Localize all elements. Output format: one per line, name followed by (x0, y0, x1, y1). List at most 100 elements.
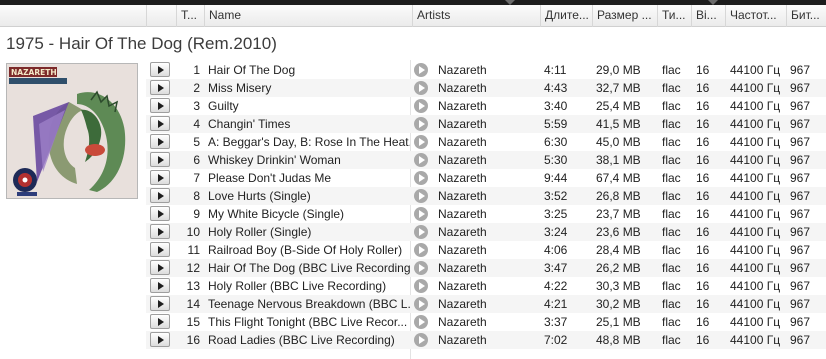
track-number: 13 (186, 279, 200, 293)
track-row[interactable]: 9 My White Bicycle (Single) Nazareth 3:25 23… (146, 205, 826, 223)
track-bitrate: 967 (790, 333, 811, 347)
track-size: 23,6 MB (596, 225, 641, 239)
track-bitrate: 967 (790, 297, 811, 311)
play-button[interactable] (150, 296, 170, 311)
play-button[interactable] (150, 242, 170, 257)
track-duration: 3:37 (544, 315, 568, 329)
track-type: flac (662, 333, 681, 347)
track-number: 3 (193, 99, 200, 113)
track-size: 41,5 MB (596, 117, 641, 131)
artist-play-icon[interactable] (414, 117, 428, 131)
track-artist: Nazareth (438, 297, 487, 311)
play-button[interactable] (150, 188, 170, 203)
track-row[interactable]: 3 Guilty Nazareth 3:40 25,4 MB flac 16 44100 Гц… (146, 97, 826, 115)
track-number: 1 (193, 63, 200, 77)
track-size: 26,8 MB (596, 189, 641, 203)
artist-play-icon[interactable] (414, 63, 428, 77)
track-bits: 16 (696, 189, 710, 203)
play-button[interactable] (150, 152, 170, 167)
track-bitrate: 967 (790, 225, 811, 239)
track-size: 23,7 MB (596, 207, 641, 221)
track-duration: 3:25 (544, 207, 568, 221)
track-row[interactable]: 12 Hair Of The Dog (BBC Live Recording) Na… (146, 259, 826, 277)
track-bitrate: 967 (790, 261, 811, 275)
artist-play-icon[interactable] (414, 135, 428, 149)
track-duration: 5:59 (544, 117, 568, 131)
track-bitrate: 967 (790, 135, 811, 149)
column-header-name[interactable]: Name (204, 5, 412, 27)
artist-play-icon[interactable] (414, 207, 428, 221)
track-bitrate: 967 (790, 243, 811, 257)
play-button[interactable] (150, 224, 170, 239)
play-button[interactable] (150, 314, 170, 329)
play-button[interactable] (150, 62, 170, 77)
track-row[interactable]: 1 Hair Of The Dog Nazareth 4:11 29,0 MB flac 1… (146, 61, 826, 79)
track-number: 16 (186, 333, 200, 347)
track-size: 45,0 MB (596, 135, 641, 149)
track-duration: 4:06 (544, 243, 568, 257)
column-header-frequency[interactable]: Частот... (725, 5, 786, 27)
column-header-type[interactable]: Ти... (657, 5, 691, 27)
column-header-play[interactable] (146, 5, 176, 27)
track-row[interactable]: 4 Changin' Times Nazareth 5:59 41,5 MB flac 16… (146, 115, 826, 133)
album-cover[interactable]: NAZARETH (6, 63, 138, 199)
artist-play-icon[interactable] (414, 315, 428, 329)
play-button[interactable] (150, 98, 170, 113)
play-button[interactable] (150, 278, 170, 293)
artist-play-icon[interactable] (414, 333, 428, 347)
track-row[interactable]: 5 A: Beggar's Day, B: Rose In The Heat...… (146, 133, 826, 151)
artist-play-icon[interactable] (414, 189, 428, 203)
track-bits: 16 (696, 171, 710, 185)
track-row[interactable]: 6 Whiskey Drinkin' Woman Nazareth 5:30 38,1 … (146, 151, 826, 169)
play-button[interactable] (150, 170, 170, 185)
track-row[interactable]: 15 This Flight Tonight (BBC Live Recor...… (146, 313, 826, 331)
track-row[interactable]: 16 Road Ladies (BBC Live Recording) Nazare… (146, 331, 826, 349)
column-header-duration[interactable]: Длите... (540, 5, 592, 27)
track-row[interactable]: 10 Holy Roller (Single) Nazareth 3:24 23,6 M… (146, 223, 826, 241)
artist-play-icon[interactable] (414, 297, 428, 311)
play-button[interactable] (150, 134, 170, 149)
track-row[interactable]: 11 Railroad Boy (B-Side Of Holy Roller) Na… (146, 241, 826, 259)
artist-play-icon[interactable] (414, 279, 428, 293)
play-button[interactable] (150, 116, 170, 131)
track-frequency: 44100 Гц (730, 153, 781, 167)
track-size: 67,4 MB (596, 171, 641, 185)
play-button[interactable] (150, 260, 170, 275)
track-type: flac (662, 153, 681, 167)
track-type: flac (662, 81, 681, 95)
column-header-size[interactable]: Размер ... (592, 5, 657, 27)
track-duration: 4:22 (544, 279, 568, 293)
track-name: Please Don't Judas Me (208, 171, 332, 185)
track-duration: 4:21 (544, 297, 568, 311)
column-header-artists[interactable]: Artists (412, 5, 540, 27)
artist-play-icon[interactable] (414, 225, 428, 239)
column-header-track-number[interactable]: Т... (176, 5, 204, 27)
track-row[interactable]: 7 Please Don't Judas Me Nazareth 9:44 67,4 M… (146, 169, 826, 187)
track-frequency: 44100 Гц (730, 117, 781, 131)
track-bitrate: 967 (790, 99, 811, 113)
track-row[interactable]: 8 Love Hurts (Single) Nazareth 3:52 26,8 MB f… (146, 187, 826, 205)
track-bits: 16 (696, 279, 710, 293)
play-button[interactable] (150, 206, 170, 221)
artist-play-icon[interactable] (414, 99, 428, 113)
track-row[interactable]: 13 Holy Roller (BBC Live Recording) Nazare… (146, 277, 826, 295)
play-button[interactable] (150, 80, 170, 95)
column-header-bits[interactable]: Bi... (691, 5, 725, 27)
album-title: 1975 - Hair Of The Dog (Rem.2010) (6, 34, 277, 53)
artist-play-icon[interactable] (414, 243, 428, 257)
track-duration: 4:43 (544, 81, 568, 95)
artist-play-icon[interactable] (414, 153, 428, 167)
column-header: Т... Name Artists Длите... Размер ... Ти… (0, 5, 826, 27)
track-artist: Nazareth (438, 135, 487, 149)
play-button[interactable] (150, 332, 170, 347)
track-number: 2 (193, 81, 200, 95)
track-type: flac (662, 243, 681, 257)
track-bitrate: 967 (790, 279, 811, 293)
artist-play-icon[interactable] (414, 81, 428, 95)
artist-play-icon[interactable] (414, 261, 428, 275)
track-name: Guilty (208, 99, 239, 113)
column-header-bitrate[interactable]: Бит... (786, 5, 826, 27)
track-row[interactable]: 2 Miss Misery Nazareth 4:43 32,7 MB flac 16 441… (146, 79, 826, 97)
artist-play-icon[interactable] (414, 171, 428, 185)
track-row[interactable]: 14 Teenage Nervous Breakdown (BBC L... Naz… (146, 295, 826, 313)
